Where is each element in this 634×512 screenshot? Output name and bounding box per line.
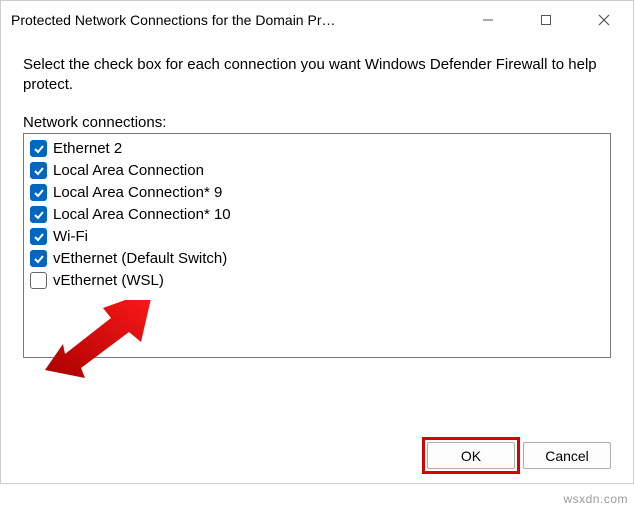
checkmark-icon <box>33 187 45 199</box>
list-item-label: Wi-Fi <box>53 229 88 244</box>
list-item-label: vEthernet (WSL) <box>53 273 164 288</box>
checkbox[interactable] <box>30 140 47 157</box>
ok-button[interactable]: OK <box>427 442 515 469</box>
minimize-icon <box>482 14 494 26</box>
list-item[interactable]: Local Area Connection* 9 <box>30 182 604 204</box>
list-item-label: Ethernet 2 <box>53 141 122 156</box>
checkbox[interactable] <box>30 228 47 245</box>
list-item[interactable]: vEthernet (Default Switch) <box>30 248 604 270</box>
maximize-icon <box>540 14 552 26</box>
list-item[interactable]: vEthernet (WSL) <box>30 270 604 292</box>
dialog-body: Select the check box for each connection… <box>1 39 633 483</box>
checkbox[interactable] <box>30 250 47 267</box>
checkmark-icon <box>33 253 45 265</box>
checkbox[interactable] <box>30 184 47 201</box>
list-item[interactable]: Wi-Fi <box>30 226 604 248</box>
maximize-button[interactable] <box>517 1 575 39</box>
list-item-label: Local Area Connection* 10 <box>53 207 231 222</box>
checkbox[interactable] <box>30 272 47 289</box>
checkbox[interactable] <box>30 162 47 179</box>
list-item[interactable]: Local Area Connection <box>30 160 604 182</box>
connections-listbox: Ethernet 2 Local Area Connection Loc <box>23 133 611 358</box>
cancel-button[interactable]: Cancel <box>523 442 611 469</box>
list-item-label: vEthernet (Default Switch) <box>53 251 227 266</box>
window-title: Protected Network Connections for the Do… <box>11 12 335 28</box>
ok-highlight: OK <box>427 442 515 469</box>
checkmark-icon <box>33 231 45 243</box>
instruction-text: Select the check box for each connection… <box>23 55 611 96</box>
titlebar: Protected Network Connections for the Do… <box>1 1 633 39</box>
checkmark-icon <box>33 143 45 155</box>
list-item-label: Local Area Connection <box>53 163 204 178</box>
dialog-window: Protected Network Connections for the Do… <box>0 0 634 484</box>
checkmark-icon <box>33 165 45 177</box>
button-row: OK Cancel <box>23 422 611 469</box>
close-icon <box>598 14 610 26</box>
group-label: Network connections: <box>23 114 611 131</box>
list-item[interactable]: Local Area Connection* 10 <box>30 204 604 226</box>
list-item[interactable]: Ethernet 2 <box>30 138 604 160</box>
list-item-label: Local Area Connection* 9 <box>53 185 222 200</box>
checkmark-icon <box>33 209 45 221</box>
window-controls <box>459 1 633 39</box>
checkbox[interactable] <box>30 206 47 223</box>
close-button[interactable] <box>575 1 633 39</box>
watermark: wsxdn.com <box>563 492 628 506</box>
minimize-button[interactable] <box>459 1 517 39</box>
